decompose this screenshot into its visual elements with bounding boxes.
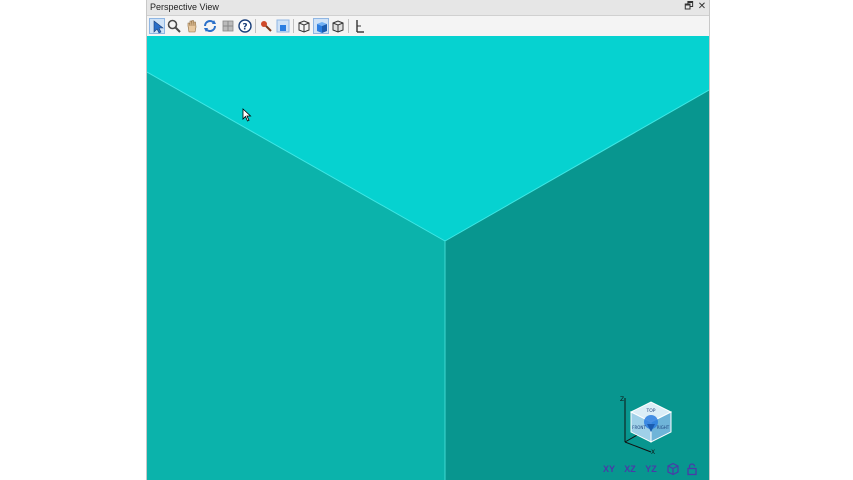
box-select-button[interactable] (275, 18, 291, 34)
help-icon: ? (238, 19, 252, 33)
axis-toggle-button[interactable] (351, 18, 367, 34)
box-select-icon (276, 19, 290, 33)
toolbar-separator (293, 19, 294, 33)
select-icon (153, 20, 164, 34)
3d-viewport[interactable]: Z X TOP FRONT RIGHT XY XZ YZ (147, 36, 709, 480)
mouse-cursor-icon (242, 108, 252, 122)
pan-tool-button[interactable] (184, 18, 200, 34)
toolbar-separator (255, 19, 256, 33)
view-toolbar: ? (147, 16, 709, 36)
window-title: Perspective View (150, 2, 219, 12)
wireframe-cube-icon (298, 20, 310, 33)
nav-axis-z-label: Z (620, 396, 624, 403)
pan-hand-icon (187, 20, 197, 33)
lock-icon[interactable] (685, 462, 699, 476)
view-xy-button[interactable]: XY (601, 462, 617, 476)
probe-tool-button[interactable] (258, 18, 274, 34)
perspective-view-window: Perspective View 🗗 ✕ ? Z X TOP FRONT RIG… (146, 0, 710, 480)
nav-axis-x-label: X (651, 449, 655, 456)
nav-right-label: RIGHT (657, 425, 670, 430)
zoom-icon (167, 19, 181, 33)
view-xz-button[interactable]: XZ (622, 462, 638, 476)
close-window-button[interactable]: ✕ (696, 1, 708, 13)
grid-icon (222, 20, 234, 32)
probe-icon (261, 21, 272, 32)
edge-view-button[interactable] (330, 18, 346, 34)
rotate-tool-button[interactable] (202, 18, 218, 34)
navigation-cube[interactable]: Z X TOP FRONT RIGHT (617, 394, 677, 456)
edge-cube-icon (332, 20, 344, 33)
restore-window-button[interactable]: 🗗 (683, 1, 695, 13)
solid-cube-icon (317, 22, 327, 33)
rotate-icon (204, 20, 216, 32)
zoom-tool-button[interactable] (166, 18, 182, 34)
svg-text:?: ? (242, 23, 247, 33)
title-bar: Perspective View 🗗 ✕ (147, 0, 709, 16)
wireframe-view-button[interactable] (296, 18, 312, 34)
toolbar-separator (348, 19, 349, 33)
axis-icon (356, 20, 364, 33)
solid-view-button[interactable] (313, 18, 329, 34)
view-yz-button[interactable]: YZ (643, 462, 659, 476)
help-button[interactable]: ? (237, 18, 253, 34)
nav-front-label: FRONT (632, 425, 646, 430)
select-tool-button[interactable] (149, 18, 165, 34)
iso-cube-icon[interactable] (666, 462, 680, 476)
nav-top-label: TOP (645, 408, 655, 414)
grid-tool-button[interactable] (220, 18, 236, 34)
